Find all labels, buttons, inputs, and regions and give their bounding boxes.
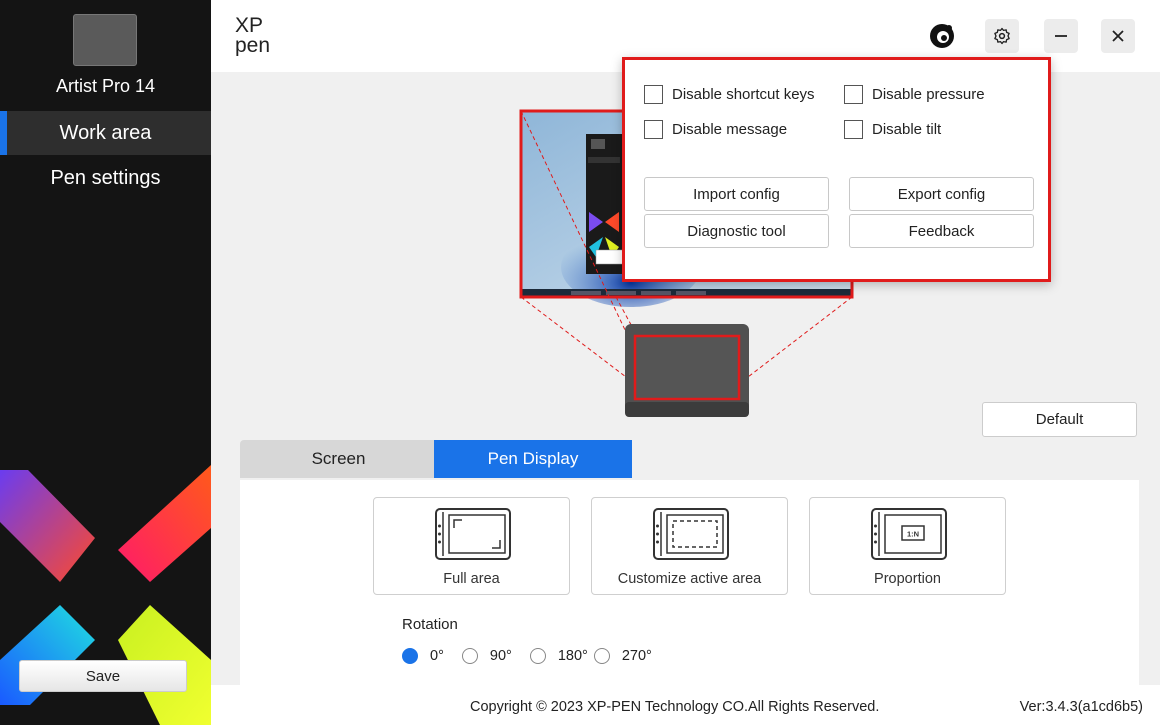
rotation-radio-90[interactable] [461, 648, 478, 664]
xppen-round-logo-icon[interactable] [929, 23, 955, 49]
rotation-options: 0° 90° 180° 270° [402, 645, 670, 667]
close-button[interactable] [1101, 19, 1135, 53]
checkbox-box[interactable] [644, 85, 663, 104]
rotation-label-0: 0° [430, 648, 444, 664]
checkbox-box[interactable] [644, 120, 663, 139]
customize-area-icon [653, 508, 729, 560]
rotation-label-270: 270° [621, 648, 652, 664]
full-area-icon [435, 508, 511, 560]
xppen-logo: XP pen [235, 14, 270, 56]
close-icon [1112, 30, 1124, 42]
gear-icon [994, 27, 1010, 45]
device-thumbnail [73, 14, 137, 66]
save-button[interactable]: Save [19, 660, 187, 692]
rotation-title: Rotation [402, 616, 458, 633]
rotation-label-180: 180° [557, 648, 588, 664]
checkbox-label: Disable pressure [872, 86, 985, 103]
copyright-text: Copyright © 2023 XP-PEN Technology CO.Al… [470, 699, 880, 715]
checkbox-label: Disable tilt [872, 121, 942, 138]
rotation-radio-0[interactable] [402, 648, 418, 664]
tab-panel-pen-display: Full area Customize active area 1:N Prop… [240, 480, 1139, 685]
svg-text:pen: pen [235, 34, 270, 56]
minimize-icon [1055, 35, 1067, 37]
disable-tilt-checkbox[interactable]: Disable tilt [844, 120, 941, 139]
tab-screen[interactable]: Screen [240, 440, 437, 478]
checkbox-label: Disable message [672, 121, 788, 138]
footer: Copyright © 2023 XP-PEN Technology CO.Al… [211, 685, 1160, 725]
settings-popup: Disable shortcut keys Disable pressure D… [622, 57, 1051, 282]
checkbox-label: Disable shortcut keys [672, 86, 815, 103]
disable-message-checkbox[interactable]: Disable message [644, 120, 787, 139]
version-text: Ver:3.4.3(a1cd6b5) [1019, 699, 1143, 715]
full-area-label: Full area [443, 571, 500, 587]
full-area-option[interactable]: Full area [373, 497, 570, 595]
customize-active-area-option[interactable]: Customize active area [591, 497, 788, 595]
sidebar-item-work-area[interactable]: Work area [0, 111, 211, 155]
sidebar: Artist Pro 14 Work area Pen settings Sav… [0, 0, 211, 725]
checkbox-box[interactable] [844, 120, 863, 139]
diagnostic-tool-button[interactable]: Diagnostic tool [644, 214, 829, 248]
export-config-button[interactable]: Export config [849, 177, 1034, 211]
rotation-radio-180[interactable] [529, 648, 546, 664]
sidebar-item-pen-settings[interactable]: Pen settings [0, 156, 211, 200]
svg-text:1:N: 1:N [907, 530, 919, 539]
proportion-label: Proportion [874, 571, 941, 587]
minimize-button[interactable] [1044, 19, 1078, 53]
settings-button[interactable] [985, 19, 1019, 53]
device-name: Artist Pro 14 [55, 76, 156, 96]
rotation-radio-270[interactable] [593, 648, 610, 664]
tab-pen-display[interactable]: Pen Display [434, 440, 632, 478]
proportion-icon: 1:N [871, 508, 947, 560]
disable-shortcut-keys-checkbox[interactable]: Disable shortcut keys [644, 85, 815, 104]
import-config-button[interactable]: Import config [644, 177, 829, 211]
customize-active-area-label: Customize active area [617, 571, 762, 587]
feedback-button[interactable]: Feedback [849, 214, 1034, 248]
proportion-option[interactable]: 1:N Proportion [809, 497, 1006, 595]
default-button[interactable]: Default [982, 402, 1137, 437]
tablet-thumbnail [625, 324, 749, 417]
rotation-label-90: 90° [489, 648, 512, 664]
checkbox-box[interactable] [844, 85, 863, 104]
disable-pressure-checkbox[interactable]: Disable pressure [844, 85, 985, 104]
